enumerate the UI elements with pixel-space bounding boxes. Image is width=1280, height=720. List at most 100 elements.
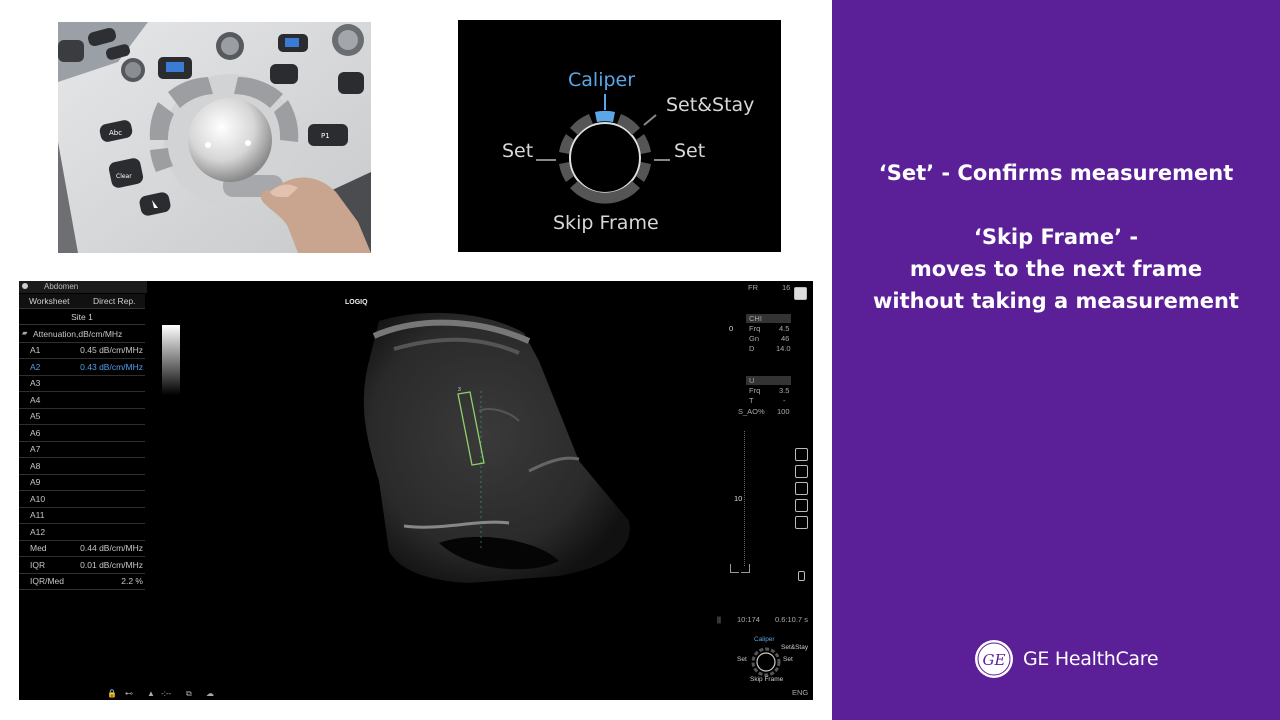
console-illustration: Abc Clear P1: [58, 22, 371, 253]
frq-label: Frq: [749, 324, 761, 333]
skip-frame-heading: ‘Skip Frame’ -: [973, 225, 1139, 249]
svg-text:3: 3: [458, 387, 461, 393]
measurement-row[interactable]: A6: [19, 426, 145, 442]
cloud-icon[interactable]: ☁: [206, 689, 214, 698]
d-value: 14.0: [776, 344, 791, 353]
measurement-label: A2: [30, 361, 41, 372]
measurement-label: A10: [30, 493, 46, 504]
abc-key-label: Abc: [109, 129, 122, 137]
save-icon[interactable]: [795, 499, 808, 512]
measurement-row[interactable]: IQR/Med 2.2 %: [19, 574, 145, 590]
mode-chi: CHI: [749, 314, 762, 323]
console-photo: Abc Clear P1: [58, 22, 371, 253]
measurement-row[interactable]: A8: [19, 459, 145, 475]
fr-value: 16: [782, 283, 791, 292]
folder-icon: ▰: [22, 330, 28, 337]
cine-range: 0.6:10.7 s: [775, 615, 808, 624]
set-left-label: Set: [502, 140, 534, 162]
measurement-label: A7: [30, 444, 41, 454]
ao-label: S_AO%: [738, 407, 765, 416]
measurement-row[interactable]: Med 0.44 dB/cm/MHz: [19, 541, 145, 557]
image-icon[interactable]: [795, 516, 808, 529]
language-label: ENG: [792, 688, 809, 697]
ao-value: 100: [777, 407, 790, 416]
freeze-icon[interactable]: [794, 287, 807, 300]
frq-value: 4.5: [779, 324, 790, 333]
clear-key-label: Clear: [116, 173, 132, 180]
ultrasound-image: 3: [363, 312, 630, 583]
t-value: -: [783, 396, 786, 405]
video-area: Abc Clear P1 Caliper Set&Stay Set Set Sk…: [0, 0, 832, 720]
mini-set-right-label: Set: [783, 656, 793, 663]
measurement-row[interactable]: A10: [19, 492, 145, 508]
measurement-row[interactable]: A3: [19, 376, 145, 392]
measurement-row[interactable]: A5: [19, 409, 145, 425]
measurement-label: A5: [30, 411, 41, 421]
measurement-value: 0.45 dB/cm/MHz: [80, 345, 143, 355]
measurement-label: A9: [30, 477, 41, 487]
attenuation-header: ▰ Attenuation,dB/cm/MHz: [19, 327, 145, 343]
t-label: T: [749, 396, 754, 405]
ge-monogram-icon: GE: [975, 640, 1013, 678]
ultrasound-screen: Abdomen Worksheet Direct Rep. Site 1 ▰ A…: [19, 281, 813, 700]
measurement-label: A6: [30, 427, 41, 438]
brand-name: GE HealthCare: [1023, 648, 1159, 670]
mode-u: U: [749, 376, 755, 385]
phone-icon[interactable]: [798, 571, 805, 581]
tab-direct-rep[interactable]: Direct Rep.: [93, 296, 136, 306]
depth-zero: 0: [729, 324, 734, 333]
lock-icon[interactable]: 🔒: [107, 689, 117, 698]
attenuation-header-label: Attenuation,dB/cm/MHz: [33, 329, 123, 339]
network-icon[interactable]: ⧉: [186, 689, 192, 699]
report-icon[interactable]: [795, 465, 808, 478]
measurement-value: 2.2 %: [121, 576, 143, 586]
set-explanation: ‘Set’ - Confirms measurement: [878, 161, 1234, 185]
depth-corner-left: [730, 564, 739, 573]
exam-bar: Abdomen: [19, 281, 147, 293]
status-dot-icon: [22, 283, 28, 289]
ge-monogram-text: GE: [983, 651, 1006, 669]
depth-corner-right: [741, 564, 750, 573]
probe-icon[interactable]: ⊷: [125, 689, 133, 698]
fr-label: FR: [748, 283, 758, 292]
measurement-row[interactable]: IQR 0.01 dB/cm/MHz: [19, 558, 145, 574]
gn-value: 46: [781, 334, 790, 343]
caliper-label: Caliper: [568, 69, 636, 91]
tab-worksheet[interactable]: Worksheet: [29, 296, 69, 306]
measurement-label: IQR/Med: [30, 576, 65, 586]
set-right-label: Set: [674, 140, 706, 162]
grayscale-bar: [162, 325, 180, 395]
p1-key-label: P1: [321, 132, 330, 140]
frq2-label: Frq: [749, 386, 761, 395]
measurement-row[interactable]: A12: [19, 525, 145, 541]
mini-caliper-label: Caliper: [754, 636, 775, 643]
d-label: D: [749, 344, 755, 353]
measurement-row[interactable]: A11: [19, 508, 145, 524]
caliper-menu-diagram: Caliper Set&Stay Set Set Skip Frame: [458, 20, 781, 252]
measurement-row[interactable]: A9: [19, 475, 145, 491]
depth-scale: [744, 431, 746, 566]
mini-skip-frame-label: Skip Frame: [750, 676, 784, 683]
grid-icon[interactable]: [795, 482, 808, 495]
set-and-stay-label: Set&Stay: [666, 94, 755, 116]
measurement-row[interactable]: A7: [19, 442, 145, 458]
status-dashes-icon: -:--: [161, 689, 172, 698]
skip-frame-label: Skip Frame: [553, 212, 659, 234]
measurement-label: IQR: [30, 559, 46, 570]
measurement-row[interactable]: A4: [19, 393, 145, 409]
measurement-row[interactable]: A2 0.43 dB/cm/MHz: [19, 360, 145, 376]
measurement-label: A11: [30, 510, 45, 520]
measurement-label: A8: [30, 460, 41, 471]
frq2-value: 3.5: [779, 386, 790, 395]
skip-frame-line2: moves to the next frame: [909, 257, 1203, 281]
screen-icon[interactable]: [795, 448, 808, 461]
measurement-value: 0.01 dB/cm/MHz: [80, 559, 143, 570]
measurement-label: A1: [30, 345, 41, 355]
mini-setstay-label: Set&Stay: [781, 644, 809, 651]
warning-icon[interactable]: ▲: [147, 689, 155, 698]
measurement-label: A4: [30, 394, 41, 405]
ge-healthcare-brand: GE GE HealthCare: [974, 639, 1159, 679]
site-label: Site 1: [19, 310, 145, 325]
measurement-row[interactable]: A1 0.45 dB/cm/MHz: [19, 343, 145, 359]
mini-set-left-label: Set: [737, 656, 747, 663]
